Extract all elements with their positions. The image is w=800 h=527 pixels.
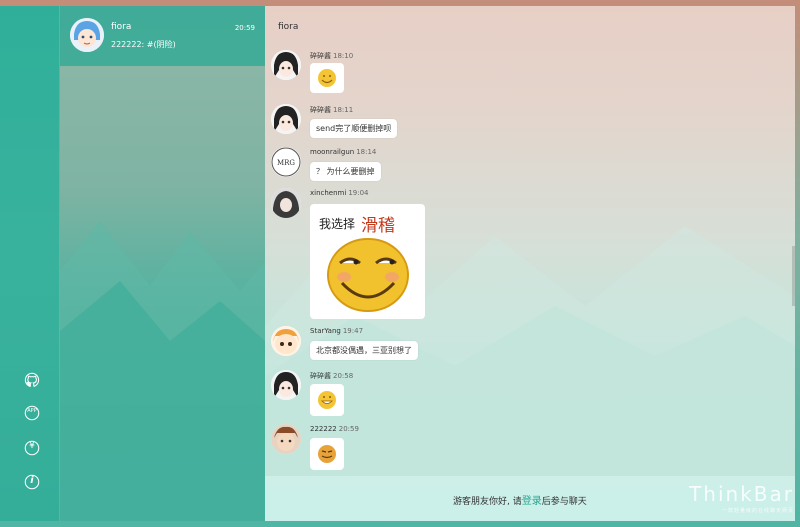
message-user: xinchenmi — [310, 189, 347, 197]
sly-emoji-icon — [318, 445, 336, 463]
guest-notice: 游客朋友你好, 请登录后参与聊天 — [453, 492, 587, 507]
emoji-bubble — [310, 438, 344, 470]
message-bubble: ？ 为什么要删掉 — [310, 162, 381, 181]
message-meta: 碎碎酱 20:58 — [310, 371, 353, 381]
message-user: moonrailgun — [310, 148, 355, 156]
sidebar-rail: APP ¥ i — [0, 6, 60, 521]
meme-caption-b: 滑稽 — [361, 216, 395, 236]
avatar[interactable] — [271, 326, 301, 356]
message-time: 19:04 — [348, 189, 369, 197]
meme-caption-a: 我选择 — [319, 217, 356, 231]
message-bubble: send完了顺便删掉呗 — [310, 119, 398, 138]
brand-tagline: 一款轻量级的在线聊天网页 — [721, 508, 794, 514]
avatar-monogram: MRG — [277, 159, 295, 167]
message-user: 222222 — [310, 425, 337, 433]
chat-header: fiora — [265, 6, 795, 44]
smiley-emoji-icon — [318, 69, 336, 87]
message-meta: 碎碎酱 18:11 — [310, 105, 353, 115]
chat-scrollbar[interactable] — [792, 246, 795, 306]
avatar[interactable] — [271, 370, 301, 400]
message-time: 18:10 — [333, 52, 354, 60]
avatar[interactable] — [271, 424, 301, 454]
app-window: APP ¥ i fiora 20:59 222222: #(阴险) fiora … — [0, 0, 800, 527]
conversation-item[interactable]: fiora 20:59 222222: #(阴险) — [60, 6, 265, 66]
message-meta: 222222 20:59 — [310, 425, 359, 433]
avatar[interactable] — [271, 50, 301, 80]
image-bubble[interactable]: 我选择 滑稽 — [310, 204, 425, 319]
avatar[interactable] — [271, 188, 301, 218]
avatar[interactable]: MRG — [271, 147, 301, 177]
message-time: 20:59 — [338, 425, 359, 433]
chat-title: fiora — [278, 22, 299, 32]
guest-notice-suffix: 后参与聊天 — [541, 497, 587, 507]
message-time: 20:58 — [333, 372, 354, 380]
smirk-emoji-icon — [327, 238, 409, 312]
guest-notice-prefix: 游客朋友你好, 请 — [453, 497, 522, 507]
avatar — [70, 18, 104, 52]
conversation-time: 20:59 — [234, 24, 255, 32]
message-meta: moonrailgun 18:14 — [310, 148, 376, 156]
message-bubble: 北京都没偶遇，三亚别想了 — [310, 341, 418, 360]
message-meta: xinchenmi 19:04 — [310, 189, 369, 197]
login-link[interactable]: 登录 — [522, 496, 542, 507]
message-user: StarYang — [310, 327, 341, 335]
message-time: 18:14 — [356, 148, 377, 156]
conversation-list: fiora 20:59 222222: #(阴险) — [60, 6, 265, 521]
conversation-name: fiora — [111, 22, 132, 32]
app-icon[interactable]: APP — [22, 403, 42, 423]
brand-watermark: ThinkBar — [689, 482, 794, 506]
yen-icon[interactable]: ¥ — [22, 438, 42, 458]
emoji-bubble — [310, 63, 344, 93]
info-icon-label: i — [30, 475, 34, 486]
message-time: 18:11 — [333, 106, 354, 114]
conversation-preview: 222222: #(阴险) — [111, 40, 176, 49]
message-user: 碎碎酱 — [310, 372, 331, 380]
github-icon[interactable] — [22, 370, 42, 390]
grin-emoji-icon — [318, 391, 336, 409]
message-meta: StarYang 19:47 — [310, 327, 363, 335]
message-user: 碎碎酱 — [310, 52, 331, 60]
message-meta: 碎碎酱 18:10 — [310, 51, 353, 61]
yen-icon-label: ¥ — [29, 441, 35, 451]
avatar[interactable] — [271, 104, 301, 134]
info-icon[interactable]: i — [22, 472, 42, 492]
message-user: 碎碎酱 — [310, 106, 331, 114]
mountain-backdrop — [60, 221, 265, 521]
app-icon-label: APP — [27, 408, 37, 414]
emoji-bubble — [310, 384, 344, 416]
message-time: 19:47 — [342, 327, 364, 335]
chat-panel: fiora 碎碎酱 18:10 碎碎酱 18:11 send完了顺便删掉呗 MRG — [265, 6, 795, 521]
meme-image: 我选择 滑稽 — [315, 209, 420, 314]
